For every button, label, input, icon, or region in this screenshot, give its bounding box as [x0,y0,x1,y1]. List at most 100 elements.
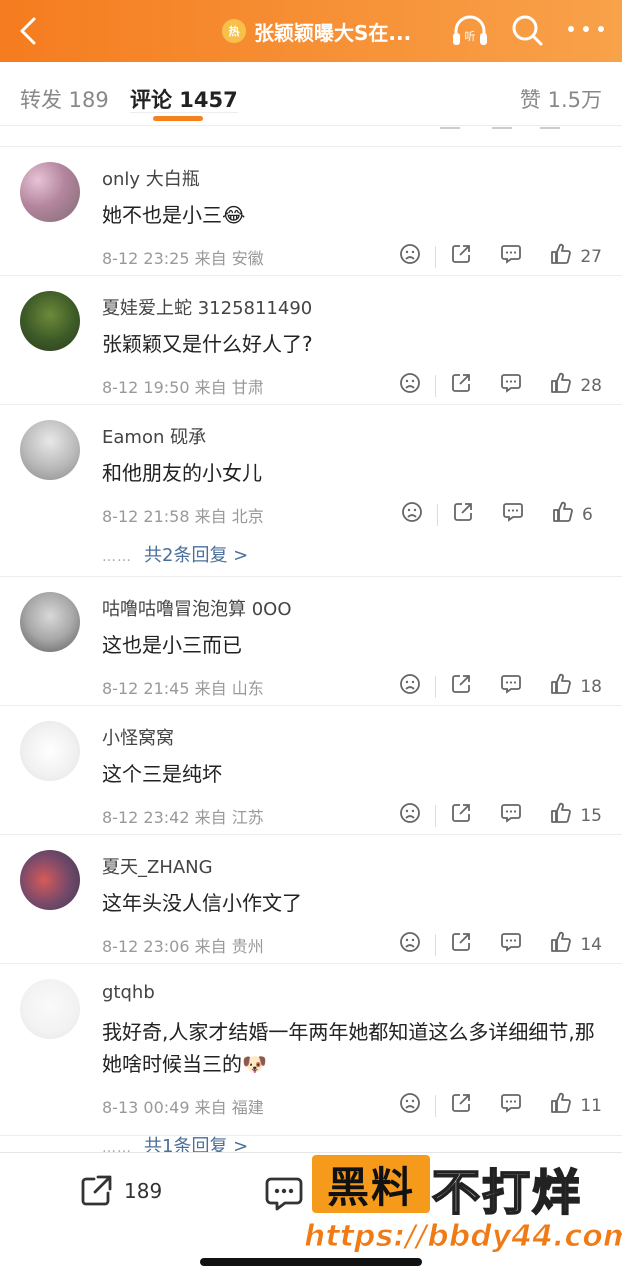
user-avatar[interactable] [20,721,80,781]
comment-location: 来自 江苏 [194,808,264,827]
more-icon[interactable] [568,14,604,44]
user-avatar[interactable] [20,420,80,480]
comment-item[interactable]: only 大白瓶 她不也是小三😂 8-12 23:25 来自 安徽 27 [0,147,622,276]
like-button[interactable]: 14 [550,931,602,958]
comment-location: 来自 山东 [194,679,264,698]
user-avatar[interactable] [20,291,80,351]
like-button[interactable]: 15 [550,802,602,829]
comment-text[interactable]: 这个三是纯坏 [102,758,607,790]
username[interactable]: 夏娃爱上蛇 3125811490 [102,294,312,320]
dislike-button[interactable] [399,1092,421,1119]
comment-icon[interactable] [265,1175,303,1211]
share-comment-button[interactable] [450,673,472,700]
action-divider [435,804,437,827]
share-comment-button[interactable] [450,372,472,399]
dislike-button[interactable] [399,243,421,270]
dislike-icon [401,501,423,528]
dislike-icon [399,243,421,270]
comment-icon [500,372,522,399]
comment-item[interactable]: 咕噜咕噜冒泡泡算 0OO 这也是小三而已 8-12 21:45 来自 山东 18 [0,577,622,706]
repost-button[interactable]: 189 [78,1173,162,1209]
username[interactable]: 夏天_ZHANG [102,853,213,879]
repost-count: 189 [124,1179,163,1203]
top-bar: 热 张颖颖曝大S在... 听 [0,0,622,62]
listen-icon[interactable]: 听 [450,13,490,49]
reply-button[interactable] [500,673,522,700]
comment-text[interactable]: 张颖颖又是什么好人了? [102,328,607,360]
user-avatar[interactable] [20,592,80,652]
topic-title-area[interactable]: 热 张颖颖曝大S在... [222,16,411,46]
comment-time: 8-12 19:50 [102,378,190,397]
share-comment-button[interactable] [450,802,472,829]
comment-item[interactable]: Eamon 砚承 和他朋友的小女儿 8-12 21:58 来自 北京 6 …… 共2条… [0,405,622,577]
replies-label: 共1条回复 > [144,1136,249,1152]
dislike-button[interactable] [399,673,421,700]
dislike-button[interactable] [399,931,421,958]
action-divider [435,1094,437,1117]
like-button[interactable]: 27 [550,243,602,270]
share-comment-button[interactable] [452,501,474,528]
like-button[interactable]: 18 [550,673,602,700]
comment-actions: 27 [399,243,602,270]
comment-item[interactable]: 夏娃爱上蛇 3125811490 张颖颖又是什么好人了? 8-12 19:50 来自… [0,276,622,405]
username[interactable]: 咕噜咕噜冒泡泡算 0OO [102,595,292,621]
like-icon [550,673,572,700]
comment-meta: 8-13 00:49 来自 福建 [102,1094,264,1118]
username[interactable]: 小怪窝窝 [102,724,174,750]
tab-like[interactable]: 赞 1.5万 [520,84,602,114]
comment-list[interactable]: only 大白瓶 她不也是小三😂 8-12 23:25 来自 安徽 27 夏娃爱上蛇… [0,127,622,1152]
reply-dots: …… [102,1140,132,1152]
reply-button[interactable] [500,372,522,399]
view-replies-link[interactable]: …… 共2条回复 > [102,541,248,567]
dislike-button[interactable] [399,372,421,399]
like-button[interactable]: 6 [552,501,602,528]
comment-item[interactable]: gtqhb 我好奇,人家才结婚一年两年她都知道这么多详细细节,那她啥时候当三的🐶 8… [0,964,622,1152]
dislike-button[interactable] [399,802,421,829]
reply-button[interactable] [500,931,522,958]
action-divider [435,933,437,956]
comment-location: 来自 北京 [194,507,264,526]
comment-item[interactable]: 夏天_ZHANG 这年头没人信小作文了 8-12 23:06 来自 贵州 14 [0,835,622,964]
username[interactable]: only 大白瓶 [102,165,200,191]
like-button[interactable]: 28 [550,372,602,399]
view-replies-link[interactable]: …… 共1条回复 > [102,1132,248,1152]
comment-text[interactable]: 她不也是小三😂 [102,199,607,231]
action-divider [435,245,437,268]
comment-text[interactable]: 这年头没人信小作文了 [102,887,607,919]
active-tab-indicator [153,116,203,121]
like-icon [550,802,572,829]
share-comment-button[interactable] [450,1092,472,1119]
back-icon[interactable] [14,14,44,48]
search-icon[interactable] [510,12,544,48]
home-indicator[interactable] [200,1258,422,1266]
comment-location: 来自 福建 [194,1098,264,1117]
watermark-box: 黑料 [312,1155,430,1213]
comment-meta: 8-12 23:06 来自 贵州 [102,933,264,957]
dislike-button[interactable] [401,501,423,528]
comment-time: 8-13 00:49 [102,1098,190,1117]
comment-icon [502,501,524,528]
share-comment-button[interactable] [450,243,472,270]
username[interactable]: Eamon 砚承 [102,423,206,449]
comment-item[interactable]: 小怪窝窝 这个三是纯坏 8-12 23:42 来自 江苏 15 [0,706,622,835]
share-icon [81,1175,112,1206]
comment-text[interactable]: 和他朋友的小女儿 [102,457,607,489]
share-icon [450,243,472,270]
user-avatar[interactable] [20,979,80,1039]
like-icon [552,501,574,528]
like-button[interactable]: 11 [550,1092,602,1119]
comment-actions: 14 [399,931,602,958]
user-avatar[interactable] [20,162,80,222]
reply-button[interactable] [500,243,522,270]
comment-text[interactable]: 我好奇,人家才结婚一年两年她都知道这么多详细细节,那她啥时候当三的🐶 [102,1016,607,1080]
username[interactable]: gtqhb [102,982,155,1003]
tab-repost[interactable]: 转发 189 [20,84,109,114]
reply-button[interactable] [502,501,524,528]
share-comment-button[interactable] [450,931,472,958]
reply-button[interactable] [500,802,522,829]
comment-text[interactable]: 这也是小三而已 [102,629,607,661]
reply-button[interactable] [500,1092,522,1119]
dislike-icon [399,673,421,700]
user-avatar[interactable] [20,850,80,910]
tab-comment[interactable]: 评论 1457 [130,88,238,113]
